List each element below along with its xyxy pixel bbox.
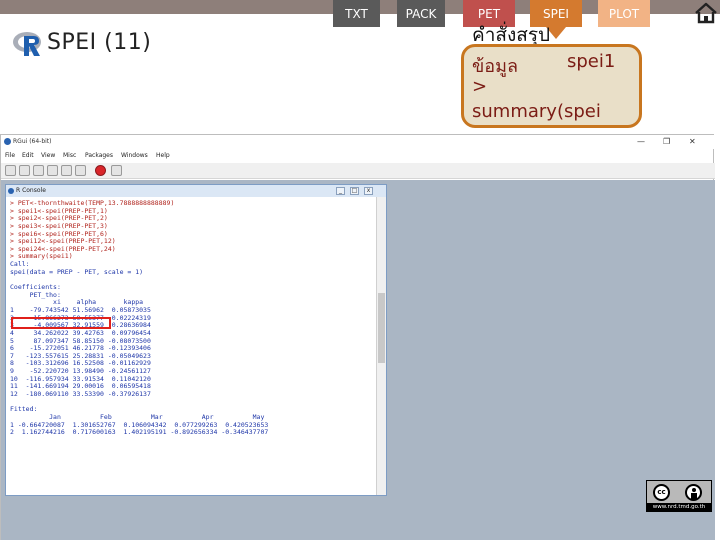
menu-bar: File Edit View Misc Packages Windows Hel… (1, 150, 715, 162)
tab-pack[interactable]: PACK (397, 0, 445, 27)
open-script-icon[interactable] (5, 165, 16, 176)
callout-box: ข้อมูล spei1 > summary(spei (461, 44, 642, 128)
console-output[interactable]: > PET<-thornthwaite(TEMP,13.788888888888… (10, 200, 372, 492)
console-output-line: spei(data = PREP - PET, scale = 1) (10, 267, 144, 276)
console-command-line: > summary(spei1) (10, 252, 73, 261)
rgui-window: RGui (64-bit) — ❐ ✕ File Edit View Misc … (0, 134, 715, 540)
console-output-line: 2 1.162744216 0.717600163 1.402195191 -0… (10, 428, 269, 437)
callout-line-command: summary(spei (472, 101, 601, 122)
console-titlebar: R Console _ □ x (6, 185, 386, 197)
console-output-line (10, 276, 372, 284)
console-output-line: 12 -180.069110 33.53390 -0.37926137 (10, 390, 151, 399)
console-minimize-icon[interactable]: _ (336, 187, 345, 195)
copy-icon[interactable] (47, 165, 58, 176)
console-scrollbar[interactable] (376, 197, 386, 495)
cc-icon: cc (653, 484, 670, 501)
rgui-titlebar: RGui (64-bit) — ❐ ✕ (1, 135, 715, 149)
attribution-icon (685, 484, 702, 501)
console-output-line (10, 399, 372, 407)
copy-paste-icon[interactable] (75, 165, 86, 176)
r-logo-icon (13, 32, 41, 56)
console-title-text: R Console (16, 187, 46, 194)
console-output-line: Coefficients: (10, 283, 61, 292)
rgui-title-text: RGui (64-bit) (13, 138, 52, 145)
tab-txt[interactable]: TXT (333, 0, 380, 27)
tab-plot[interactable]: PLOT (598, 0, 650, 27)
console-app-icon (8, 188, 14, 194)
menu-view[interactable]: View (41, 152, 55, 159)
rgui-app-icon (4, 138, 11, 145)
console-window: R Console _ □ x > PET<-thornthwaite(TEMP… (5, 184, 387, 496)
slide-title: SPEI (11) (47, 30, 152, 55)
console-maximize-icon[interactable]: □ (350, 187, 359, 195)
toolbar (1, 163, 715, 179)
callout-word-data: ข้อมูล (472, 56, 519, 77)
menu-packages[interactable]: Packages (85, 152, 113, 159)
menu-file[interactable]: File (5, 152, 15, 159)
console-scroll-thumb[interactable] (378, 293, 385, 363)
paste-icon[interactable] (61, 165, 72, 176)
menu-edit[interactable]: Edit (22, 152, 34, 159)
home-icon[interactable] (694, 1, 718, 25)
menu-misc[interactable]: Misc (63, 152, 76, 159)
cc-license-badge: cc www.nrd.tmd.go.th (646, 480, 712, 512)
stop-icon[interactable] (95, 165, 106, 176)
save-workspace-icon[interactable] (33, 165, 44, 176)
print-icon[interactable] (111, 165, 122, 176)
callout-line-prompt: > (472, 76, 488, 97)
highlighted-command-box (11, 317, 111, 329)
menu-help[interactable]: Help (156, 152, 170, 159)
restore-icon[interactable]: ❐ (663, 137, 670, 146)
close-icon[interactable]: ✕ (689, 137, 696, 146)
console-close-icon[interactable]: x (364, 187, 373, 195)
callout-word-spei1: spei1 (567, 51, 616, 72)
minimize-icon[interactable]: — (637, 137, 645, 146)
menu-windows[interactable]: Windows (121, 152, 148, 159)
load-workspace-icon[interactable] (19, 165, 30, 176)
badge-url: www.nrd.tmd.go.th (647, 503, 711, 512)
